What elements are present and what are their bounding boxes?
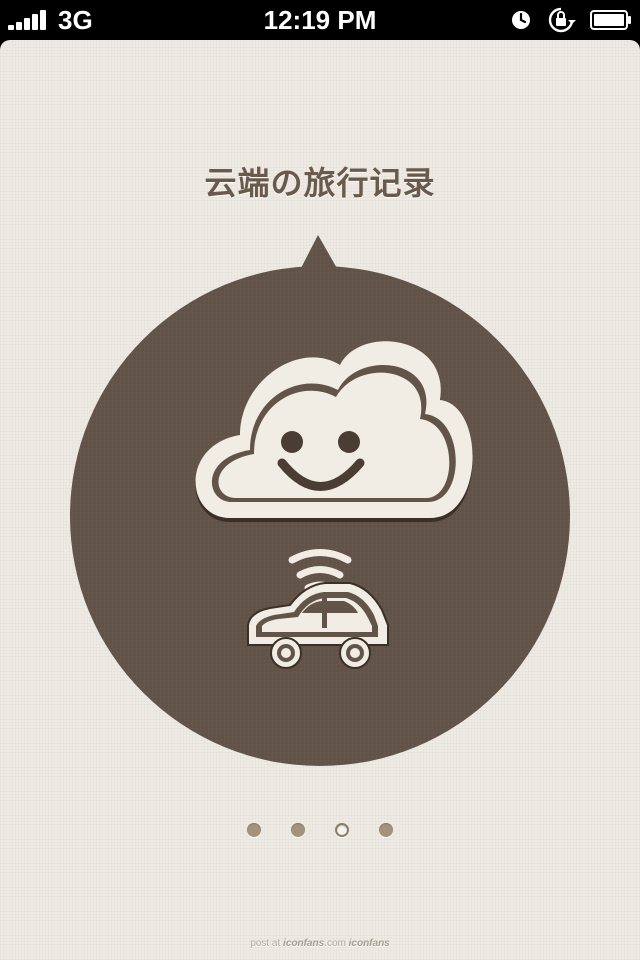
- status-bar: 3G 12:19 PM: [0, 0, 640, 40]
- onboarding-screen[interactable]: 云端の旅行记录 post at iconfans.com iconfans: [0, 40, 640, 960]
- battery-icon: [590, 10, 631, 30]
- rotation-lock-icon: [548, 7, 576, 33]
- credit-prefix: post at: [250, 938, 281, 949]
- page-dot-1[interactable]: [247, 823, 261, 837]
- page-dot-2[interactable]: [291, 823, 305, 837]
- hero-illustration: [70, 235, 570, 766]
- page-dot-3[interactable]: [335, 823, 349, 837]
- credit-domain: .com: [324, 938, 346, 949]
- page-indicator[interactable]: [0, 823, 640, 843]
- credit-site: iconfans: [283, 938, 325, 949]
- page-dot-4[interactable]: [379, 823, 393, 837]
- status-icons: [510, 6, 632, 34]
- watermark: post at iconfans.com iconfans: [0, 938, 640, 949]
- credit-brand: iconfans: [348, 938, 390, 949]
- alarm-clock-icon: [512, 11, 530, 29]
